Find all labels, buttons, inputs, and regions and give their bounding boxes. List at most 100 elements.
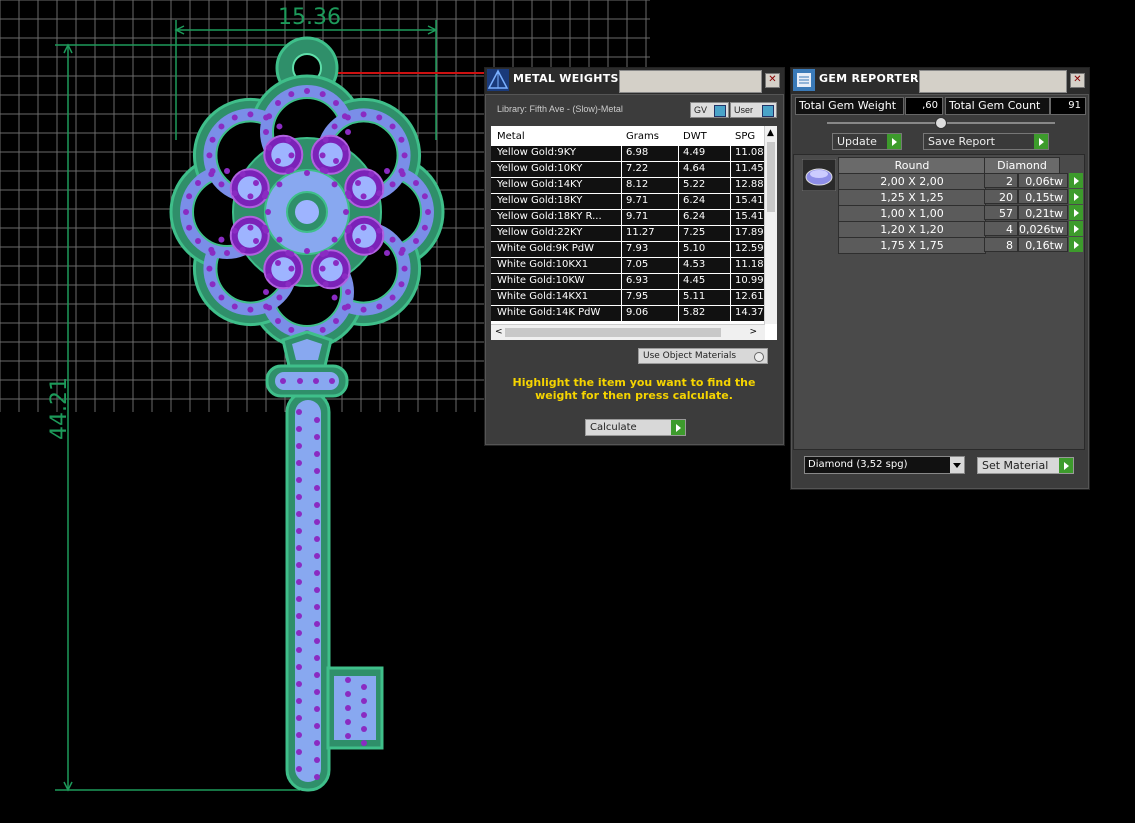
table-row[interactable]: Yellow Gold:18KY 9.71 6.24 15.41	[491, 194, 765, 210]
cell-spg: 11.45	[735, 163, 764, 174]
slider-thumb[interactable]	[935, 117, 947, 129]
select-gem-button[interactable]	[1069, 173, 1083, 188]
user-checkbox[interactable]	[762, 105, 774, 117]
total-gem-weight-label: Total Gem Weight	[795, 97, 904, 115]
hscroll-thumb[interactable]	[505, 328, 721, 337]
column-divider	[621, 194, 622, 209]
table-row[interactable]: White Gold:14KX1 7.95 5.11 12.61	[491, 290, 765, 306]
cell-metal: Yellow Gold:10KY	[497, 163, 583, 174]
total-gem-weight-value: ,60	[905, 97, 943, 115]
table-row[interactable]: White Gold:9K PdW 7.93 5.10 12.59	[491, 242, 765, 258]
cell-spg: 11.08	[735, 147, 764, 158]
cell-dwt: 4.64	[683, 163, 706, 174]
gem-reporter-panel: GEM REPORTER ✕ Total Gem Weight ,60 Tota…	[790, 67, 1090, 490]
col-spg[interactable]: SPG	[735, 131, 755, 142]
round-diamond-icon[interactable]	[802, 159, 836, 191]
gem-count: 2	[984, 173, 1018, 188]
scroll-up-icon[interactable]: ▲	[767, 128, 774, 138]
cell-metal: White Gold:14KX1	[497, 291, 589, 302]
close-icon[interactable]: ✕	[765, 73, 780, 88]
select-gem-button[interactable]	[1069, 205, 1083, 220]
gem-size: 1,20 X 1,20	[838, 221, 986, 238]
gem-size: 1,25 X 1,25	[838, 189, 986, 206]
select-gem-button[interactable]	[1069, 189, 1083, 204]
column-divider	[678, 162, 679, 177]
table-row[interactable]: White Gold:14K PdW 9.06 5.82 14.37	[491, 306, 765, 322]
col-metal[interactable]: Metal	[497, 131, 525, 142]
column-divider	[678, 242, 679, 257]
column-divider	[678, 178, 679, 193]
update-button[interactable]: Update	[832, 133, 902, 150]
table-row[interactable]: Yellow Gold:9KY 6.98 4.49 11.08	[491, 146, 765, 162]
scroll-thumb[interactable]	[767, 142, 775, 212]
gem-list-area: Round Diamond 2,00 X 2,00 2 0,06tw 1,25 X 1…	[793, 154, 1085, 450]
metal-weights-titlebar[interactable]: METAL WEIGHTS ✕	[485, 68, 784, 95]
cell-metal: Yellow Gold:18KY R...	[497, 211, 602, 222]
cell-dwt: 5.82	[683, 307, 706, 318]
cell-spg: 14.37	[735, 307, 764, 318]
column-divider	[621, 226, 622, 241]
column-divider	[730, 146, 731, 161]
calculate-hint: Highlight the item you want to find the …	[512, 376, 756, 402]
use-object-materials-toggle[interactable]: Use Object Materials	[638, 348, 768, 364]
radio-icon[interactable]	[754, 352, 764, 362]
calculate-label: Calculate	[590, 422, 637, 433]
cell-metal: White Gold:10KW	[497, 275, 585, 286]
gem-size: 1,00 X 1,00	[838, 205, 986, 222]
cell-dwt: 5.11	[683, 291, 706, 302]
metal-table[interactable]: Metal Grams DWT SPG Yellow Gold:9KY 6.98 4…	[491, 126, 777, 340]
column-divider	[621, 242, 622, 257]
cell-spg: 15.41	[735, 211, 764, 222]
save-report-label: Save Report	[928, 135, 995, 148]
key-pendant	[169, 36, 445, 792]
col-grams[interactable]: Grams	[626, 131, 659, 142]
table-row[interactable]: Yellow Gold:18KY R... 9.71 6.24 15.41	[491, 210, 765, 226]
col-dwt[interactable]: DWT	[683, 131, 707, 142]
user-toggle[interactable]: User	[730, 102, 777, 118]
table-row[interactable]: White Gold:10KX1 7.05 4.53 11.18	[491, 258, 765, 274]
set-material-button[interactable]: Set Material	[977, 457, 1074, 474]
use-object-materials-label: Use Object Materials	[643, 351, 737, 361]
select-gem-button[interactable]	[1069, 221, 1083, 236]
table-row[interactable]: Yellow Gold:10KY 7.22 4.64 11.45	[491, 162, 765, 178]
select-gem-button[interactable]	[1069, 237, 1083, 252]
vertical-scrollbar[interactable]: ▲	[764, 126, 777, 324]
gem-count: 8	[984, 237, 1018, 252]
material-select[interactable]: Diamond (3,52 spg)	[804, 456, 965, 474]
column-divider	[730, 258, 731, 273]
column-divider	[730, 306, 731, 321]
gv-checkbox[interactable]	[714, 105, 726, 117]
gem-reporter-title: GEM REPORTER	[819, 72, 919, 85]
column-divider	[730, 242, 731, 257]
pyramid-icon	[487, 69, 509, 91]
scroll-right-icon[interactable]: >	[749, 327, 757, 337]
close-icon[interactable]: ✕	[1070, 73, 1085, 88]
cell-grams: 6.93	[626, 275, 649, 286]
gem-size: 1,75 X 1,75	[838, 237, 986, 254]
table-row[interactable]: Yellow Gold:22KY 11.27 7.25 17.89	[491, 226, 765, 242]
column-divider	[621, 258, 622, 273]
table-row[interactable]: Yellow Gold:14KY 8.12 5.22 12.88	[491, 178, 765, 194]
column-divider	[678, 146, 679, 161]
gv-toggle[interactable]: GV	[690, 102, 729, 118]
cell-dwt: 5.10	[683, 243, 706, 254]
metal-weights-title: METAL WEIGHTS	[513, 72, 619, 85]
cell-grams: 7.93	[626, 243, 649, 254]
gem-reporter-titlebar[interactable]: GEM REPORTER ✕	[791, 68, 1089, 95]
cell-metal: White Gold:9K PdW	[497, 243, 594, 254]
chevron-down-icon[interactable]	[950, 457, 964, 473]
cell-grams: 9.71	[626, 211, 649, 222]
column-divider	[678, 258, 679, 273]
gem-weight: 0,06tw	[1018, 173, 1068, 188]
column-divider	[621, 306, 622, 321]
table-row[interactable]: White Gold:10KW 6.93 4.45 10.99	[491, 274, 765, 290]
gv-label: GV	[694, 105, 708, 115]
column-divider	[678, 274, 679, 289]
column-divider	[621, 178, 622, 193]
scroll-left-icon[interactable]: <	[495, 327, 503, 337]
update-label: Update	[837, 135, 877, 148]
metal-table-header: Metal Grams DWT SPG	[491, 126, 765, 146]
save-report-button[interactable]: Save Report	[923, 133, 1049, 150]
horizontal-scrollbar[interactable]: < >	[491, 324, 765, 340]
calculate-button[interactable]: Calculate	[585, 419, 686, 436]
